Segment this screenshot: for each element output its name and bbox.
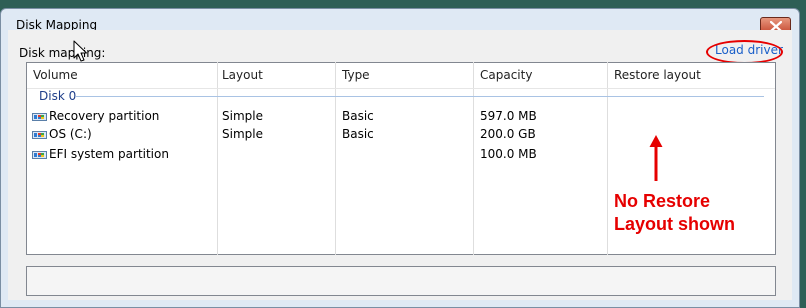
group-header-disk-0[interactable]: Disk 0	[39, 89, 76, 103]
layout-cell: Simple	[222, 127, 263, 141]
annotation-text: No Restore Layout shown	[614, 190, 735, 236]
column-header-layout[interactable]: Layout	[222, 68, 263, 82]
column-separator	[607, 62, 608, 255]
details-panel	[26, 266, 776, 296]
header-divider	[27, 88, 775, 89]
disk-mapping-label: Disk mapping:	[19, 46, 106, 60]
capacity-cell: 597.0 MB	[480, 109, 537, 123]
type-cell: Basic	[342, 127, 374, 141]
column-separator	[473, 62, 474, 255]
volume-name: OS (C:)	[49, 127, 92, 141]
column-header-capacity[interactable]: Capacity	[480, 68, 532, 82]
type-cell: Basic	[342, 109, 374, 123]
volume-icon	[32, 113, 47, 121]
column-separator	[335, 62, 336, 255]
group-divider	[76, 96, 764, 97]
volume-icon	[32, 131, 47, 139]
volume-name: EFI system partition	[49, 147, 169, 161]
volume-icon	[32, 151, 47, 159]
capacity-cell: 100.0 MB	[480, 147, 537, 161]
arrow-up-icon	[649, 135, 663, 181]
annotation-line-1: No Restore	[614, 191, 711, 211]
column-header-restore-layout[interactable]: Restore layout	[614, 68, 701, 82]
column-header-volume[interactable]: Volume	[33, 68, 78, 82]
column-separator	[217, 62, 218, 255]
annotation-line-2: Layout shown	[614, 214, 735, 234]
capacity-cell: 200.0 GB	[480, 127, 536, 141]
mouse-cursor-icon	[73, 40, 87, 62]
layout-cell: Simple	[222, 109, 263, 123]
column-header-type[interactable]: Type	[342, 68, 370, 82]
volume-name: Recovery partition	[49, 109, 160, 123]
annotation-ellipse	[706, 40, 783, 64]
